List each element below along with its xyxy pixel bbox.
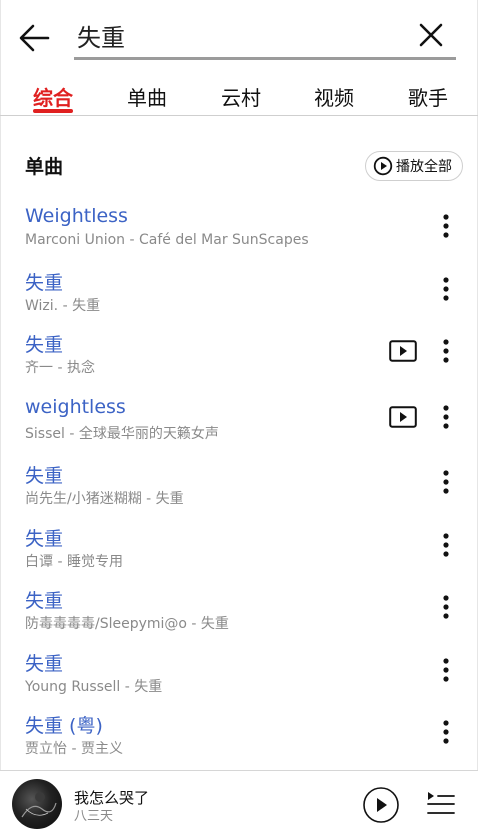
album-art-image — [21, 792, 57, 818]
more-button[interactable] — [438, 338, 454, 364]
more-button[interactable] — [438, 276, 454, 302]
search-tabs: 综合 单曲 云村 视频 歌手 — [0, 78, 478, 116]
song-title: 失重 — [25, 334, 64, 356]
song-row[interactable]: Weightless Marconi Union - Café del Mar … — [0, 205, 478, 265]
song-row[interactable]: weightless Sissel - 全球最华丽的天籁女声 — [0, 396, 478, 456]
mv-icon — [389, 340, 417, 362]
more-button[interactable] — [438, 657, 454, 683]
mv-icon — [389, 406, 417, 428]
song-title: 失重 — [25, 465, 64, 487]
clear-search-button[interactable] — [418, 22, 444, 48]
song-subtitle: 齐一 - 执念 — [25, 360, 95, 376]
song-title: 失重 — [25, 653, 64, 675]
more-vertical-icon — [443, 658, 449, 682]
active-tab-indicator — [33, 109, 73, 113]
song-row[interactable]: 失重 齐一 - 执念 — [0, 330, 478, 390]
playlist-button[interactable] — [426, 789, 456, 817]
song-title: Weightless — [25, 205, 128, 227]
mv-button[interactable] — [389, 340, 417, 362]
tab-all[interactable]: 综合 — [33, 82, 73, 111]
song-subtitle: 防毒毒毒毒/Sleepymi@o - 失重 — [25, 616, 229, 632]
search-input[interactable]: 失重 — [74, 14, 456, 60]
tab-songs[interactable]: 单曲 — [127, 82, 167, 111]
song-title: 失重 — [25, 590, 64, 612]
song-row[interactable]: 失重 防毒毒毒毒/Sleepymi@o - 失重 — [0, 586, 478, 646]
tab-artists[interactable]: 歌手 — [408, 82, 448, 111]
song-title: 失重 — [25, 528, 64, 550]
more-vertical-icon — [443, 720, 449, 744]
more-vertical-icon — [443, 214, 449, 238]
section-title: 单曲 — [25, 156, 64, 178]
more-vertical-icon — [443, 405, 449, 429]
close-icon — [419, 23, 443, 47]
more-button[interactable] — [438, 404, 454, 430]
song-row[interactable]: 失重 白谭 - 睡觉专用 — [0, 524, 478, 584]
play-circle-icon — [373, 156, 393, 176]
play-all-label: 播放全部 — [396, 159, 452, 175]
more-vertical-icon — [443, 277, 449, 301]
search-query[interactable]: 失重 — [77, 18, 125, 53]
more-button[interactable] — [438, 532, 454, 558]
song-title: 失重 (粤) — [25, 715, 103, 737]
song-subtitle: Marconi Union - Café del Mar SunScapes — [25, 232, 309, 248]
more-button[interactable] — [438, 213, 454, 239]
more-vertical-icon — [443, 339, 449, 363]
song-subtitle: 贾立怡 - 贾主义 — [25, 741, 123, 757]
song-subtitle: 尚先生/小猪迷糊糊 - 失重 — [25, 491, 184, 507]
song-title: weightless — [25, 396, 126, 418]
playlist-icon — [427, 792, 455, 814]
song-subtitle: Wizi. - 失重 — [25, 298, 101, 314]
song-title: 失重 — [25, 272, 64, 294]
back-arrow-icon — [19, 24, 50, 52]
more-vertical-icon — [443, 595, 449, 619]
now-playing-artist: 八三天 — [74, 809, 114, 824]
song-subtitle: Young Russell - 失重 — [25, 679, 163, 695]
play-icon — [363, 787, 399, 823]
more-button[interactable] — [438, 719, 454, 745]
more-vertical-icon — [443, 470, 449, 494]
mini-player[interactable]: 我怎么哭了 八三天 — [0, 770, 478, 836]
more-button[interactable] — [438, 594, 454, 620]
more-button[interactable] — [438, 469, 454, 495]
more-vertical-icon — [443, 533, 449, 557]
play-all-button[interactable]: 播放全部 — [365, 151, 463, 181]
tab-community[interactable]: 云村 — [221, 82, 261, 111]
song-row[interactable]: 失重 Wizi. - 失重 — [0, 268, 478, 328]
back-button[interactable] — [18, 22, 52, 54]
song-row[interactable]: 失重 尚先生/小猪迷糊糊 - 失重 — [0, 461, 478, 521]
tab-videos[interactable]: 视频 — [314, 82, 354, 111]
song-row[interactable]: 失重 (粤) 贾立怡 - 贾主义 — [0, 711, 478, 771]
song-subtitle: Sissel - 全球最华丽的天籁女声 — [25, 426, 219, 442]
mv-button[interactable] — [389, 406, 417, 428]
album-cover[interactable] — [12, 779, 62, 829]
song-row[interactable]: 失重 Young Russell - 失重 — [0, 649, 478, 709]
song-subtitle: 白谭 - 睡觉专用 — [25, 554, 123, 570]
play-button[interactable] — [362, 786, 400, 824]
